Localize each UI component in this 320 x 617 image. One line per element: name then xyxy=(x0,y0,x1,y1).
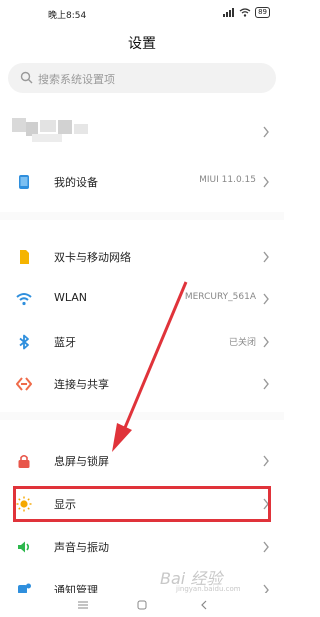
watermark-url: jingyan.baidu.com xyxy=(176,585,241,593)
menu-icon[interactable] xyxy=(78,601,88,609)
home-icon[interactable] xyxy=(137,600,147,610)
back-icon[interactable] xyxy=(200,600,208,610)
annotation-arrow xyxy=(112,281,188,452)
navigation-bar xyxy=(0,593,284,617)
